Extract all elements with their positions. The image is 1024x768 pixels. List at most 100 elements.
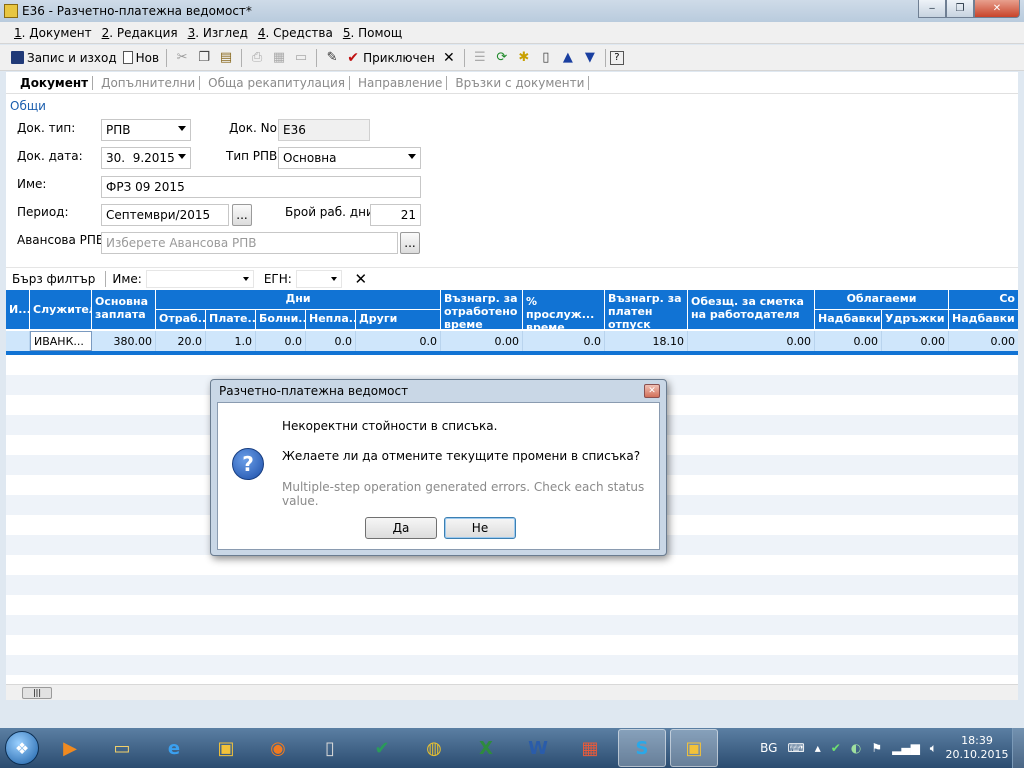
menu-view[interactable]: 3. Изглед xyxy=(188,26,248,40)
network-icon[interactable]: ▂▄▆ xyxy=(892,741,920,755)
doc-type-select[interactable]: РПВ xyxy=(101,119,191,141)
accounting-app-icon[interactable]: ▣ xyxy=(202,729,250,767)
word-icon[interactable]: W xyxy=(514,729,562,767)
checkmark-app-icon[interactable]: ✔ xyxy=(358,729,406,767)
col-paid[interactable]: Плате... xyxy=(206,310,256,330)
row-employer-comp-cell[interactable]: 0.00 xyxy=(688,331,815,351)
copy-icon[interactable]: ❐ xyxy=(193,47,215,69)
calculator-app-icon[interactable]: ▯ xyxy=(306,729,354,767)
no-button[interactable]: Не xyxy=(444,517,516,539)
keyboard-icon[interactable]: ⌨ xyxy=(787,741,804,755)
show-desktop-button[interactable] xyxy=(1012,728,1024,768)
period-picker-button[interactable]: ... xyxy=(232,204,252,226)
language-indicator[interactable]: BG xyxy=(760,741,777,755)
help-icon[interactable]: ? xyxy=(609,50,624,65)
tab-additional[interactable]: Допълнителни xyxy=(97,75,201,90)
tiles-app-icon[interactable]: ▦ xyxy=(566,729,614,767)
blank-page-icon[interactable]: ▯ xyxy=(535,47,557,69)
yes-button[interactable]: Да xyxy=(365,517,437,539)
rpv-type-select[interactable]: Основна xyxy=(278,147,421,169)
doc-date-picker[interactable]: 30. 9.2015 xyxy=(101,147,191,169)
star-icon[interactable]: ✱ xyxy=(513,47,535,69)
row-unpaid-cell[interactable]: 0.0 xyxy=(306,331,356,351)
advance-rpv-field[interactable]: Изберете Авансова РПВ xyxy=(101,232,398,254)
row-additions-2-cell[interactable]: 0.00 xyxy=(949,331,1018,351)
tray-app-icon[interactable]: ◐ xyxy=(851,741,861,755)
row-remun-worked-cell[interactable]: 0.00 xyxy=(441,331,523,351)
row-deductions-cell[interactable]: 0.00 xyxy=(882,331,949,351)
new-button[interactable]: Нов xyxy=(120,47,162,69)
clock[interactable]: 18:39 20.10.2015 xyxy=(942,734,1012,762)
print-icon[interactable]: ⎙ xyxy=(246,47,268,69)
col-additions-2[interactable]: Надбавки xyxy=(949,310,1018,330)
row-seniority-cell[interactable]: 0.0 xyxy=(523,331,605,351)
row-additions-cell[interactable]: 0.00 xyxy=(815,331,882,351)
file-explorer-icon[interactable]: ▭ xyxy=(98,729,146,767)
chrome-icon[interactable]: ◍ xyxy=(410,729,458,767)
list-icon[interactable]: ☰ xyxy=(469,47,491,69)
tray-arrow-icon[interactable]: ▴ xyxy=(815,741,821,755)
firefox-icon[interactable]: ◉ xyxy=(254,729,302,767)
close-window-button[interactable]: ✕ xyxy=(974,0,1020,18)
payroll-app-icon[interactable]: ▣ xyxy=(670,729,718,767)
dialog-close-button[interactable]: ✕ xyxy=(644,384,660,398)
export-icon[interactable]: ▭ xyxy=(290,47,312,69)
horizontal-scrollbar[interactable]: ||| xyxy=(6,684,1018,700)
volume-icon[interactable]: 🔈︎ xyxy=(930,741,937,756)
filter-name-combo[interactable] xyxy=(145,269,254,288)
arrow-down-icon[interactable]: ▼ xyxy=(579,47,601,69)
paste-icon[interactable]: ▤ xyxy=(215,47,237,69)
menu-tools[interactable]: 4. Средства xyxy=(258,26,333,40)
menu-edit[interactable]: 2. Редакция xyxy=(102,26,178,40)
col-deductions[interactable]: Удръжки xyxy=(882,310,949,330)
tab-document[interactable]: Документ xyxy=(16,75,94,90)
col-employee[interactable]: Служител xyxy=(30,290,92,330)
col-seniority[interactable]: % прослуж... време xyxy=(523,290,605,330)
col-remun-worked[interactable]: Възнагр. за отработено време xyxy=(441,290,523,330)
tab-recap[interactable]: Обща рекапитулация xyxy=(204,75,351,90)
col-additions[interactable]: Надбавки xyxy=(815,310,882,330)
table-row[interactable]: ИВАНК... 380.00 20.0 1.0 0.0 0.0 0.0 0.0… xyxy=(6,331,1018,351)
start-button[interactable]: ❖ xyxy=(0,728,44,768)
preview-icon[interactable]: ▦ xyxy=(268,47,290,69)
menu-document[interactable]: 1. Документ xyxy=(14,26,92,40)
flag-icon[interactable]: ⚑ xyxy=(871,741,882,755)
edit-icon[interactable]: ✎ xyxy=(321,47,343,69)
scrollbar-thumb[interactable]: ||| xyxy=(22,687,52,699)
col-id[interactable]: И... xyxy=(6,290,30,330)
row-sick-cell[interactable]: 0.0 xyxy=(256,331,306,351)
refresh-icon[interactable]: ⟳ xyxy=(491,47,513,69)
row-id-cell[interactable] xyxy=(6,331,30,351)
minimize-button[interactable]: ‒ xyxy=(918,0,946,18)
media-player-icon[interactable]: ▶ xyxy=(46,729,94,767)
row-paid-cell[interactable]: 1.0 xyxy=(206,331,256,351)
row-remun-paid-leave-cell[interactable]: 18.10 xyxy=(605,331,688,351)
cancel-x-icon[interactable]: ✕ xyxy=(438,47,460,69)
tab-direction[interactable]: Направление xyxy=(354,75,448,90)
row-employee-cell[interactable]: ИВАНК... xyxy=(30,331,92,351)
clear-filter-icon[interactable]: ✕ xyxy=(352,270,370,288)
row-base-salary-cell[interactable]: 380.00 xyxy=(92,331,156,351)
col-remun-paid-leave[interactable]: Възнагр. за платен отпуск xyxy=(605,290,688,330)
col-worked[interactable]: Отраб... xyxy=(156,310,206,330)
name-input[interactable]: ФРЗ 09 2015 xyxy=(101,176,421,198)
tab-doc-links[interactable]: Връзки с документи xyxy=(451,75,590,90)
menu-help[interactable]: 5. Помощ xyxy=(343,26,402,40)
arrow-up-icon[interactable]: ▲ xyxy=(557,47,579,69)
row-other-cell[interactable]: 0.0 xyxy=(356,331,441,351)
internet-explorer-icon[interactable]: e xyxy=(150,729,198,767)
period-field[interactable]: Септември/2015 xyxy=(101,204,229,226)
accepted-button[interactable]: ✔ Приключен xyxy=(343,47,438,69)
col-employer-comp[interactable]: Обезщ. за сметка на работодателя xyxy=(688,290,815,330)
sync-icon[interactable]: ✔ xyxy=(831,741,841,755)
save-exit-button[interactable]: Запис и изход xyxy=(8,47,120,69)
restore-button[interactable]: ❐ xyxy=(946,0,974,18)
advance-picker-button[interactable]: ... xyxy=(400,232,420,254)
cut-icon[interactable]: ✂ xyxy=(171,47,193,69)
skype-icon[interactable]: S xyxy=(618,729,666,767)
excel-icon[interactable]: X xyxy=(462,729,510,767)
filter-egn-combo[interactable] xyxy=(295,269,342,288)
workdays-input[interactable]: 21 xyxy=(370,204,421,226)
col-sick[interactable]: Болни... xyxy=(256,310,306,330)
col-base-salary[interactable]: Основна заплата xyxy=(92,290,156,330)
